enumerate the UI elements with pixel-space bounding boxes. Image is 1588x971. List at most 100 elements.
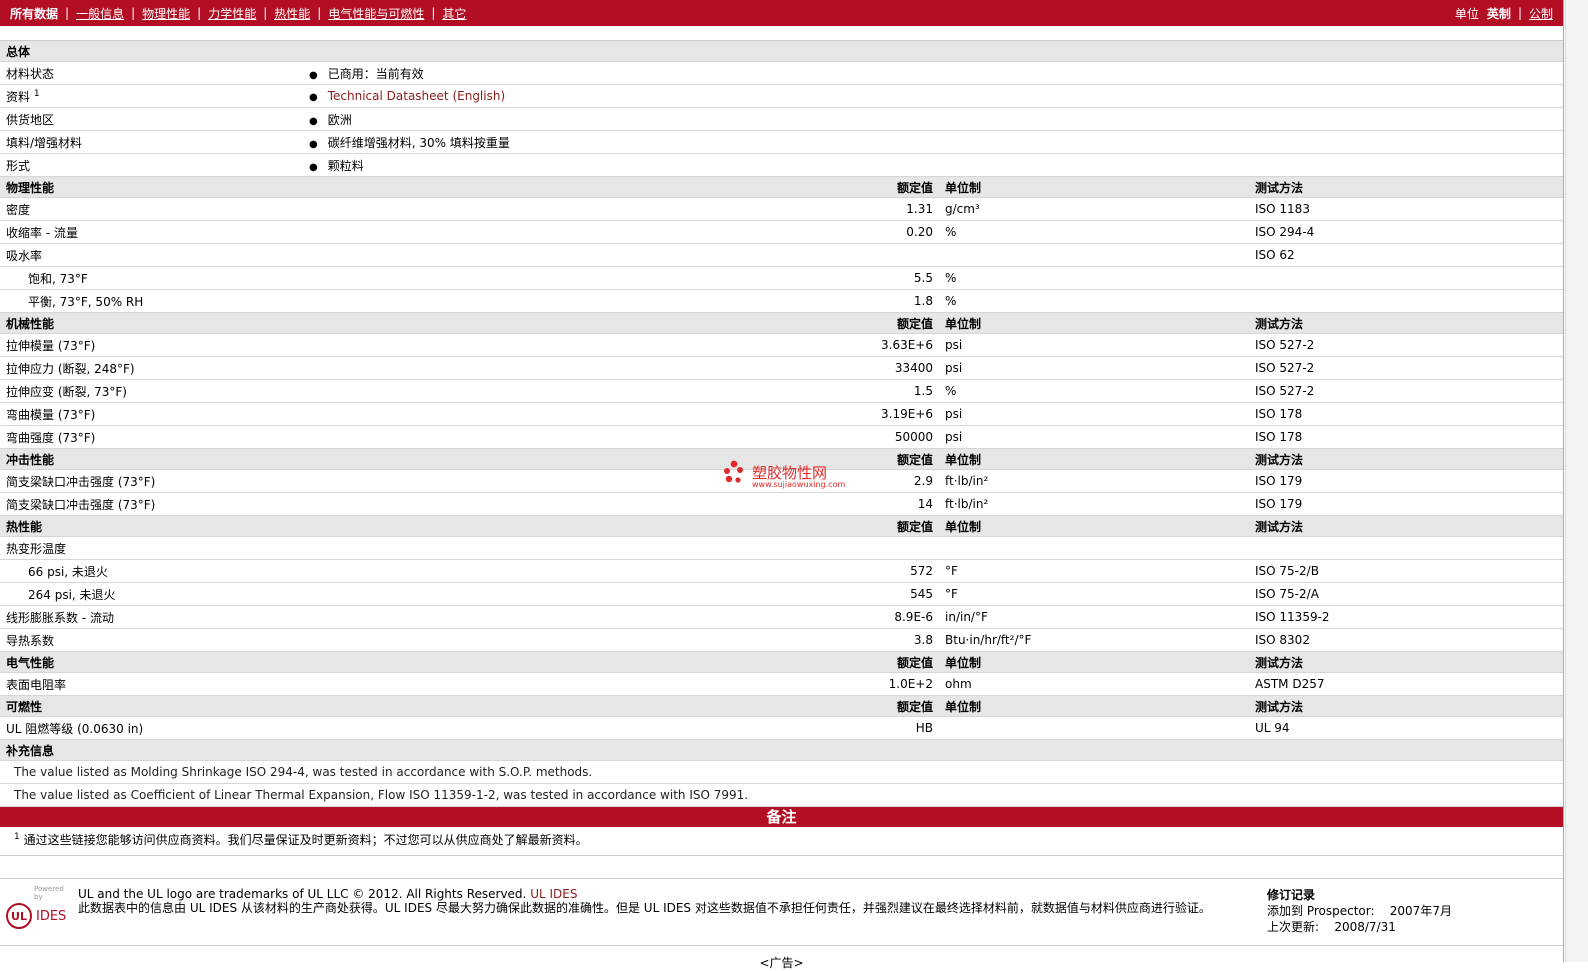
value-header: 额定值 — [303, 448, 939, 470]
method-header: 测试方法 — [1249, 695, 1563, 717]
powered-by-text: Powered by — [34, 885, 64, 901]
test-method: ISO 527-2 — [1249, 356, 1563, 380]
section-title: 可燃性 — [0, 695, 303, 717]
property-label: 供货地区 — [0, 107, 303, 131]
property-value: 1.0E+2 — [303, 672, 939, 696]
supplement-note-row: The value listed as Molding Shrinkage IS… — [0, 760, 1563, 784]
unit-option-imperial[interactable]: 英制 — [1485, 5, 1513, 22]
section-header-row: 总体 — [0, 41, 1563, 62]
method-header: 测试方法 — [1249, 515, 1563, 537]
nav-tabs: 所有数据 | 一般信息 | 物理性能 | 力学性能 | 热性能 | 电气性能与可燃性 | 其它 — [8, 5, 468, 22]
section-title: 物理性能 — [0, 176, 303, 198]
section-title: 总体 — [0, 41, 303, 62]
test-method — [1249, 536, 1563, 560]
property-unit: ohm — [939, 672, 1249, 696]
nav-separator: | — [317, 6, 322, 20]
property-label: 表面电阻率 — [0, 672, 303, 696]
general-row: 形式 ● 颗粒料 — [0, 153, 1563, 177]
unit-switcher: 单位 英制 | 公制 — [1455, 5, 1555, 22]
property-label: 形式 — [0, 153, 303, 177]
property-unit: % — [939, 289, 1249, 313]
datasheet-link[interactable]: Technical Datasheet (English) — [328, 89, 505, 103]
footnote-number: 1 — [14, 832, 20, 842]
nav-tab-4[interactable]: 热性能 — [272, 5, 312, 22]
property-value-cell: ● 欧洲 — [303, 107, 1563, 131]
method-header: 测试方法 — [1249, 312, 1563, 334]
nav-separator: | — [1517, 6, 1522, 20]
method-header — [1249, 41, 1563, 62]
nav-tab-2[interactable]: 物理性能 — [140, 5, 192, 22]
supplement-note: The value listed as Molding Shrinkage IS… — [0, 760, 1563, 784]
test-method: ASTM D257 — [1249, 672, 1563, 696]
property-row: 拉伸应力 (断裂, 248°F) 33400 psi ISO 527-2 — [0, 356, 1563, 380]
property-row: 线形膨胀系数 - 流动 8.9E-6 in/in/°F ISO 11359-2 — [0, 605, 1563, 629]
revision-history: 修订记录 添加到 Prospector: 2007年7月 上次更新: 2008/… — [1267, 887, 1557, 945]
property-label: 收缩率 - 流量 — [0, 220, 303, 244]
disclaimer-text: 此数据表中的信息由 UL IDES 从该材料的生产商处获得。UL IDES 尽最… — [78, 901, 1211, 915]
property-value: 545 — [303, 582, 939, 606]
property-label: 材料状态 — [0, 61, 303, 85]
nav-tab-0[interactable]: 所有数据 — [8, 5, 60, 22]
footer-text: UL and the UL logo are trademarks of UL … — [72, 887, 1267, 945]
value-header: 额定值 — [303, 176, 939, 198]
trademark-text: UL and the UL logo are trademarks of UL … — [78, 887, 527, 901]
nav-tab-5[interactable]: 电气性能与可燃性 — [326, 5, 426, 22]
nav-tab-3[interactable]: 力学性能 — [206, 5, 258, 22]
test-method: ISO 8302 — [1249, 628, 1563, 652]
vertical-scrollbar[interactable] — [1565, 0, 1588, 962]
property-row: 收缩率 - 流量 0.20% ISO 294-4 — [0, 220, 1563, 244]
property-unit: Btu·in/hr/ft²/°F — [939, 628, 1249, 652]
property-label: 饱和, 73°F — [0, 266, 303, 290]
property-row: 导热系数 3.8 Btu·in/hr/ft²/°F ISO 8302 — [0, 628, 1563, 652]
property-row: 264 psi, 未退火 545 °F ISO 75-2/A — [0, 582, 1563, 606]
nav-separator: | — [431, 6, 436, 20]
property-value: 14 — [303, 492, 939, 516]
unit-option-metric[interactable]: 公制 — [1527, 5, 1555, 22]
property-label: 吸水率 — [0, 243, 303, 267]
ad-label: <广告> — [759, 956, 804, 970]
supplement-note-row: The value listed as Coefficient of Linea… — [0, 783, 1563, 807]
property-row: 吸水率 ISO 62 — [0, 243, 1563, 267]
nav-separator: | — [263, 6, 268, 20]
property-label-text: 材料状态 — [6, 66, 55, 81]
property-unit: ft·lb/in² — [939, 469, 1249, 493]
property-label: UL 阻燃等级 (0.0630 in) — [0, 716, 303, 740]
property-value-cell: ● 已商用：当前有效 — [303, 61, 1563, 85]
property-unit: psi — [939, 356, 1249, 380]
nav-tab-6[interactable]: 其它 — [440, 5, 468, 22]
added-value: 2007年7月 — [1389, 904, 1452, 918]
value-header: 额定值 — [303, 515, 939, 537]
section-title: 电气性能 — [0, 651, 303, 673]
nav-tab-1[interactable]: 一般信息 — [74, 5, 126, 22]
property-label: 弯曲模量 (73°F) — [0, 402, 303, 426]
nav-separator: | — [65, 6, 70, 20]
unit-header: 单位制 — [939, 695, 1249, 717]
test-method: ISO 527-2 — [1249, 333, 1563, 357]
general-row: 填料/增强材料 ● 碳纤维增强材料, 30% 填料按重量 — [0, 130, 1563, 154]
property-table: 总体 材料状态 ● 已商用：当前有效 资料 1 ● Technical Datasheet … — [0, 41, 1563, 807]
property-value-cell: ● 碳纤维增强材料, 30% 填料按重量 — [303, 130, 1563, 154]
ul-ides-link[interactable]: UL IDES — [530, 887, 577, 901]
property-value: 颗粒料 — [327, 158, 364, 173]
unit-header: 单位制 — [939, 448, 1249, 470]
test-method: ISO 178 — [1249, 425, 1563, 449]
property-value: 50000 — [303, 425, 939, 449]
property-unit: psi — [939, 425, 1249, 449]
section-header-row: 补充信息 — [0, 739, 1563, 761]
remarks-heading: 备注 — [0, 807, 1563, 827]
property-label: 拉伸模量 (73°F) — [0, 333, 303, 357]
property-row: 饱和, 73°F 5.5% — [0, 266, 1563, 290]
section-title: 补充信息 — [0, 739, 303, 761]
footnote-text: 通过这些链接您能够访问供应商资料。我们尽量保证及时更新资料；不过您可以从供应商处… — [23, 833, 588, 847]
test-method: ISO 11359-2 — [1249, 605, 1563, 629]
property-label: 资料 1 — [0, 84, 303, 108]
section-header-row: 物理性能 额定值 单位制 测试方法 — [0, 176, 1563, 198]
test-method: ISO 1183 — [1249, 197, 1563, 221]
method-header: 测试方法 — [1249, 176, 1563, 198]
top-nav-bar: 所有数据 | 一般信息 | 物理性能 | 力学性能 | 热性能 | 电气性能与可燃性 | 其它 单位 英… — [0, 0, 1563, 26]
property-label: 简支梁缺口冲击强度 (73°F) — [0, 469, 303, 493]
unit-label: 单位 — [1454, 6, 1479, 21]
nav-separator: | — [197, 6, 202, 20]
spacer — [0, 26, 1563, 41]
property-value: 8.9E-6 — [303, 605, 939, 629]
